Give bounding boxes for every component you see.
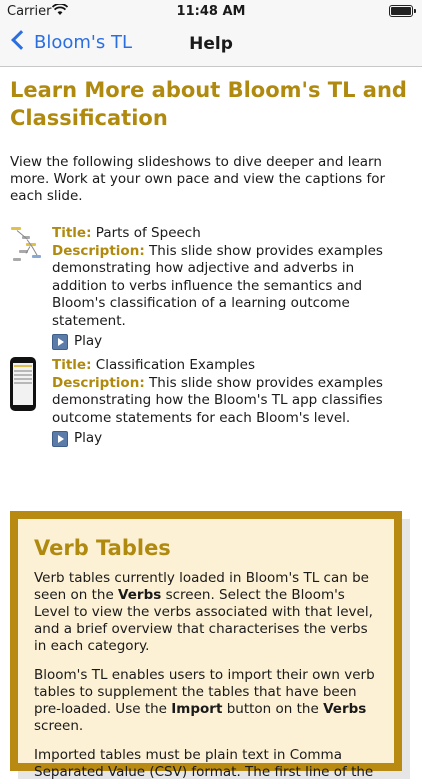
play-icon[interactable]: [52, 333, 68, 350]
paragraph-text: button on the: [222, 701, 324, 717]
clock: 11:48 AM: [176, 4, 246, 19]
slide-title-row: Title: Parts of Speech: [52, 225, 412, 243]
slide-title-row: Title: Classification Examples: [52, 357, 412, 375]
navigation-bar: Bloom's TL Help: [0, 22, 422, 67]
play-button[interactable]: Play: [52, 430, 102, 448]
slideshow-item: Title: Classification Examples Descripti…: [10, 357, 412, 467]
slide-title: Classification Examples: [95, 357, 255, 373]
page-title: Learn More about Bloom's TL and Classifi…: [10, 78, 407, 130]
phone-screen: [13, 363, 33, 405]
slideshow-text: Title: Classification Examples Descripti…: [52, 357, 412, 452]
play-button[interactable]: Play: [52, 333, 102, 351]
verbs-screen-ref: Verbs: [323, 701, 367, 717]
verb-tables-card: Verb Tables Verb tables currently loaded…: [10, 511, 402, 780]
verb-tables-title: Verb Tables: [34, 536, 171, 560]
title-key: Title:: [52, 225, 92, 241]
slide-title: Parts of Speech: [95, 225, 201, 241]
help-content: Learn More about Bloom's TL and Classifi…: [0, 67, 422, 467]
slide-description: Description: This slide show provides ex…: [52, 375, 412, 428]
import-button-ref: Import: [171, 701, 223, 717]
paragraph-text: screen.: [34, 718, 84, 734]
play-label[interactable]: Play: [74, 430, 102, 448]
verb-tables-paragraph: Verb tables currently loaded in Bloom's …: [34, 570, 382, 655]
intro-text: View the following slideshows to dive de…: [10, 154, 386, 204]
slideshow-text: Title: Parts of Speech Description: This…: [52, 225, 412, 355]
verb-tables-paragraph: Bloom's TL enables users to import their…: [34, 667, 382, 735]
tree-diagram-thumbnail: [10, 225, 42, 265]
verbs-screen-ref: Verbs: [118, 587, 162, 603]
description-key: Description:: [52, 374, 145, 391]
slideshow-item: Title: Parts of Speech Description: This…: [10, 225, 412, 357]
nav-title: Help: [189, 34, 233, 54]
title-key: Title:: [52, 357, 92, 373]
description-key: Description:: [52, 242, 145, 259]
verb-tables-body: Verb tables currently loaded in Bloom's …: [34, 570, 382, 781]
play-label[interactable]: Play: [74, 333, 102, 351]
verb-tables-paragraph: Imported tables must be plain text in Co…: [34, 747, 374, 780]
status-bar: Carrier 11:48 AM: [0, 0, 422, 22]
phone-thumbnail: [10, 357, 36, 411]
slide-description: Description: This slide show provides ex…: [52, 243, 412, 331]
battery-icon: [389, 5, 416, 17]
play-icon[interactable]: [52, 430, 68, 447]
